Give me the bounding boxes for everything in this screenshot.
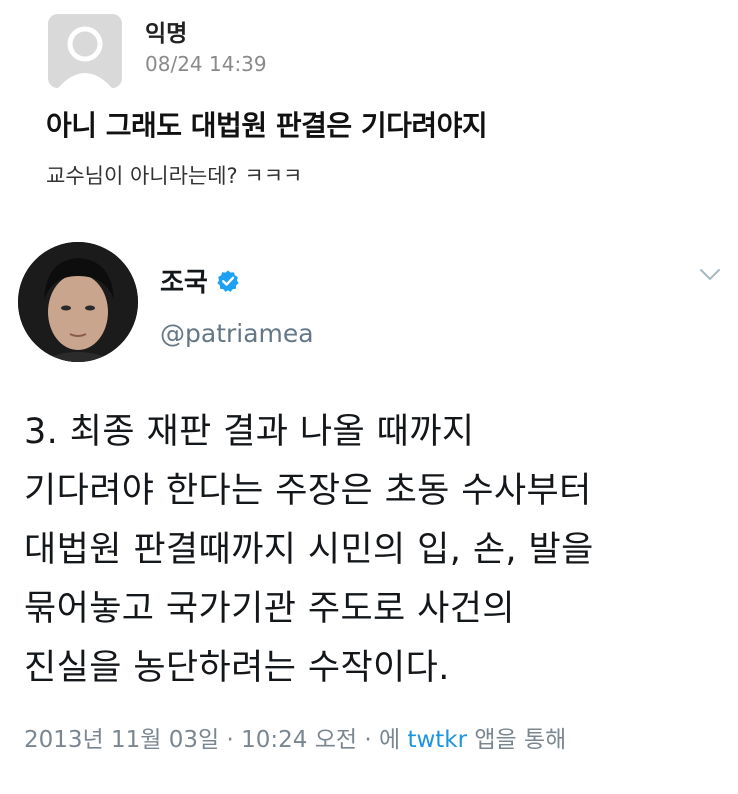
post-author[interactable]: 익명 [145, 14, 187, 48]
meta-separator: · [364, 727, 372, 753]
tweet-time[interactable]: 10:24 오전 [241, 727, 357, 753]
display-name: 조국 [160, 268, 208, 298]
tweet-date[interactable]: 2013년 11월 03일 [24, 727, 219, 753]
tweet-author-name[interactable]: 조국 [160, 262, 240, 299]
tweet-text-line: 진실을 농단하려는 수작이다. [24, 648, 450, 688]
avatar[interactable] [18, 242, 138, 362]
verified-badge-icon [216, 269, 240, 293]
tweet-text-line: 묶어놓고 국가기관 주도로 사건의 [24, 589, 515, 629]
tweet-handle[interactable]: @patriamea [160, 319, 314, 348]
tweet-text-line: 대법원 판결때까지 시민의 입, 손, 발을 [24, 530, 594, 570]
embedded-tweet: 조국 @patriamea 3. 최종 재판 결과 나올 때까지 기다려야 한다… [0, 215, 738, 794]
via-prefix: 에 [378, 727, 401, 753]
tweet-text-line: 기다려야 한다는 주장은 초동 수사부터 [24, 471, 592, 511]
chevron-down-icon[interactable] [696, 261, 724, 289]
post-body: 교수님이 아니라는데? ㅋㅋㅋ [46, 164, 303, 188]
via-suffix: 앱을 통해 [474, 727, 567, 753]
meta-separator: · [226, 727, 234, 753]
app-link[interactable]: twtkr [407, 727, 467, 753]
post-title: 아니 그래도 대법원 판결은 기다려야지 [46, 109, 488, 142]
default-user-icon [48, 14, 122, 88]
tweet-text: 3. 최종 재판 결과 나올 때까지 기다려야 한다는 주장은 초동 수사부터 … [24, 403, 724, 698]
tweet-text-line: 3. 최종 재판 결과 나올 때까지 [24, 412, 475, 452]
tweet-meta: 2013년 11월 03일 · 10:24 오전 · 에 twtkr 앱을 통해 [24, 720, 566, 754]
post-timestamp: 08/24 14:39 [145, 52, 267, 76]
comment-post: 익명 08/24 14:39 아니 그래도 대법원 판결은 기다려야지 교수님이… [0, 0, 738, 215]
